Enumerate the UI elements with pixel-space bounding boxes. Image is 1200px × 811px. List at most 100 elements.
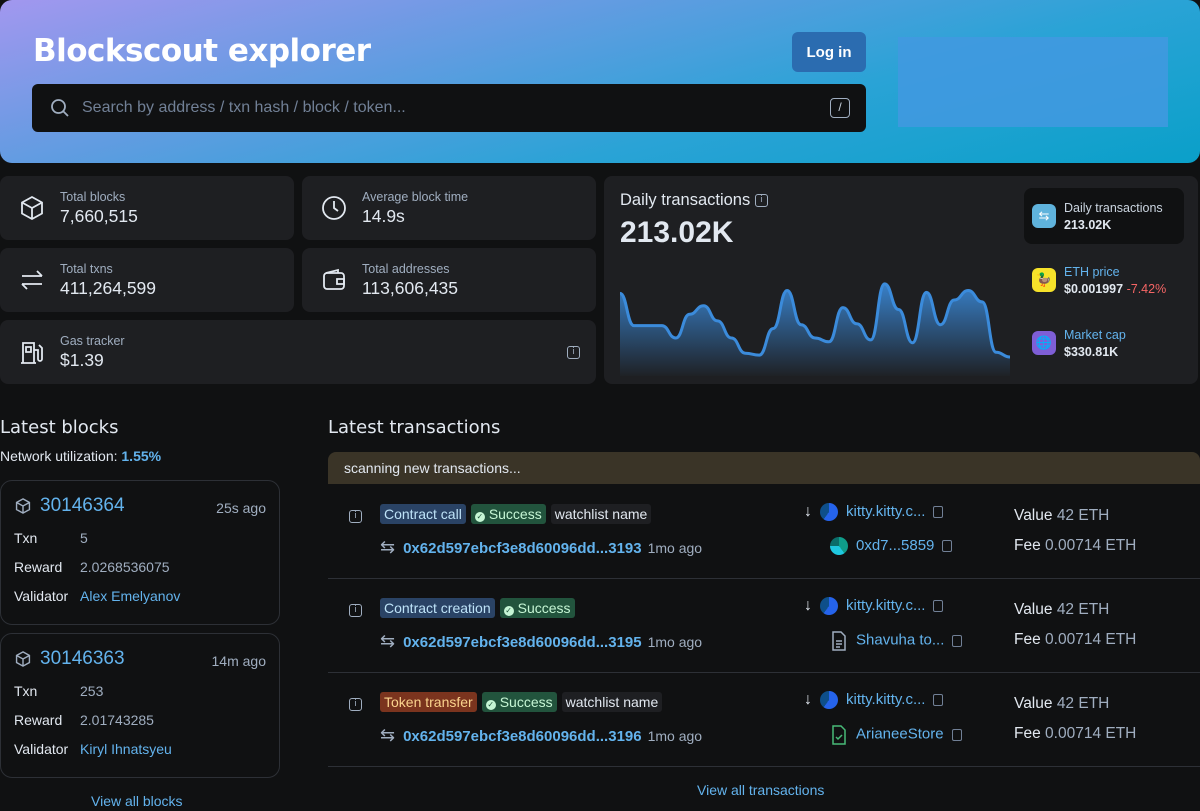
value-label: Value	[1014, 695, 1053, 712]
to-address-link[interactable]: ArianeeStore	[856, 726, 944, 743]
validator-link[interactable]: Alex Emelyanov	[80, 588, 180, 604]
copy-icon[interactable]	[933, 600, 944, 613]
stat-label: Total addresses	[362, 261, 450, 276]
scanning-banner[interactable]: scanning new transactions...	[328, 452, 1200, 484]
side-label: Market cap	[1064, 327, 1126, 342]
side-value: $330.81K	[1064, 344, 1119, 359]
info-icon[interactable]: i	[349, 510, 362, 523]
verified-contract-icon	[832, 725, 846, 745]
contract-icon	[832, 631, 846, 651]
tx-fee: Fee 0.00714 ETH	[1014, 631, 1136, 649]
tx-hash-link[interactable]: 0x62d597ebcf3e8d60096dd...3195	[403, 634, 642, 651]
tx-type-tag: Contract call	[380, 504, 466, 524]
check-icon: ✓	[485, 700, 496, 710]
info-icon[interactable]: i	[754, 194, 768, 208]
status-text: Success	[499, 694, 553, 710]
info-icon[interactable]: i	[349, 698, 362, 711]
stat-label: Gas tracker	[60, 333, 125, 348]
copy-icon[interactable]	[933, 694, 944, 707]
copy-icon[interactable]	[952, 635, 963, 647]
gas-icon	[21, 342, 43, 364]
block-card: 30146364 25s ago Txn 5 Reward 2.0268536075…	[0, 480, 280, 625]
to-address-link[interactable]: 0xd7...5859	[856, 537, 934, 554]
copy-icon[interactable]	[933, 506, 944, 519]
transaction-row: i Contract call ✓ Success watchlist name ⇆ 0…	[328, 485, 1200, 579]
tx-hash-link[interactable]: 0x62d597ebcf3e8d60096dd...3193	[403, 540, 642, 557]
transaction-row: i Token transfer ✓ Success watchlist name ⇆…	[328, 673, 1200, 767]
ad-banner[interactable]	[898, 37, 1168, 127]
fee-label: Fee	[1014, 537, 1041, 554]
side-item-eth-price[interactable]: 🦆 ETH price $0.001997 -7.42%	[1024, 252, 1184, 308]
txn-value: 253	[80, 683, 104, 699]
from-address-link[interactable]: kitty.kitty.c...	[846, 503, 925, 520]
address-avatar-icon	[820, 597, 838, 616]
search-bar[interactable]: /	[32, 84, 866, 132]
reward-value: 2.01743285	[80, 712, 154, 728]
fee-amount: 0.00714 ETH	[1045, 725, 1137, 742]
chart-title: Daily transactions i	[620, 191, 768, 210]
side-label: ETH price	[1064, 264, 1120, 279]
transfer-icon: ⇆	[380, 725, 396, 745]
stat-value: 7,660,515	[60, 205, 138, 226]
cube-icon	[15, 498, 31, 514]
reward-value: 2.0268536075	[80, 559, 170, 575]
transfer-icon: ⇆	[380, 537, 396, 557]
tx-value: Value 42 ETH	[1014, 507, 1109, 525]
search-icon	[51, 99, 69, 117]
side-item-daily-transactions[interactable]: ⇆ Daily transactions 213.02K	[1024, 188, 1184, 244]
address-avatar-icon	[820, 503, 838, 522]
address-avatar-icon	[830, 537, 848, 556]
status-tag: ✓ Success	[481, 692, 557, 712]
side-label: Daily transactions	[1064, 200, 1163, 215]
tx-age: 1mo ago	[647, 634, 703, 650]
arrow-down-icon: ↓	[804, 691, 812, 708]
login-button[interactable]: Log in	[792, 32, 866, 72]
value-amount: 42 ETH	[1056, 601, 1110, 618]
transfer-icon: ⇆	[380, 631, 396, 651]
validator-link[interactable]: Kiryl Ihnatsyeu	[80, 741, 172, 757]
tx-value: Value 42 ETH	[1014, 695, 1109, 713]
stat-value: $1.39	[60, 349, 104, 370]
slash-shortcut-hint: /	[830, 98, 850, 118]
latest-transactions-title: Latest transactions	[328, 417, 501, 438]
block-number-link[interactable]: 30146364	[40, 495, 125, 517]
side-item-market-cap[interactable]: 🌐 Market cap $330.81K	[1024, 315, 1184, 371]
stat-label: Total blocks	[60, 189, 126, 204]
fee-amount: 0.00714 ETH	[1045, 631, 1137, 648]
tx-age: 1mo ago	[647, 728, 703, 744]
stat-label: Total txns	[60, 261, 113, 276]
search-input[interactable]	[82, 99, 782, 117]
daily-transactions-panel: Daily transactions i 213.02K ⇆ Daily tra…	[604, 176, 1198, 384]
value-label: Value	[1014, 507, 1053, 524]
to-address-link[interactable]: Shavuha to...	[856, 632, 944, 649]
from-address-link[interactable]: kitty.kitty.c...	[846, 691, 925, 708]
watchlist-tag: watchlist name	[550, 504, 652, 524]
tx-hash-link[interactable]: 0x62d597ebcf3e8d60096dd...3196	[403, 728, 642, 745]
info-icon[interactable]: i	[567, 346, 580, 359]
value-amount: 42 ETH	[1056, 507, 1110, 524]
check-icon: ✓	[474, 512, 485, 522]
check-icon: ✓	[503, 606, 514, 616]
copy-icon[interactable]	[951, 729, 962, 741]
stat-value: 14.9s	[362, 205, 405, 226]
price-change: -7.42%	[1126, 281, 1167, 296]
globe-icon: 🌐	[1032, 331, 1056, 355]
info-icon[interactable]: i	[349, 604, 362, 617]
transfer-icon: ⇆	[1032, 204, 1056, 228]
wallet-icon	[323, 268, 345, 290]
status-text: Success	[517, 600, 571, 616]
block-number-link[interactable]: 30146363	[40, 648, 125, 670]
from-address-link[interactable]: kitty.kitty.c...	[846, 597, 925, 614]
stat-total-blocks: Total blocks 7,660,515	[0, 176, 294, 240]
arrow-down-icon: ↓	[804, 503, 812, 520]
stat-average-block-time: Average block time 14.9s	[302, 176, 596, 240]
view-all-transactions-link[interactable]: View all transactions	[697, 782, 824, 798]
validator-label: Validator	[14, 588, 69, 604]
copy-icon[interactable]	[942, 540, 953, 553]
view-all-blocks-link[interactable]: View all blocks	[91, 793, 183, 809]
fee-amount: 0.00714 ETH	[1045, 537, 1137, 554]
address-avatar-icon	[820, 691, 838, 710]
arrow-down-icon: ↓	[804, 597, 812, 614]
block-age: 14m ago	[211, 653, 266, 669]
stat-label: Average block time	[362, 189, 469, 204]
